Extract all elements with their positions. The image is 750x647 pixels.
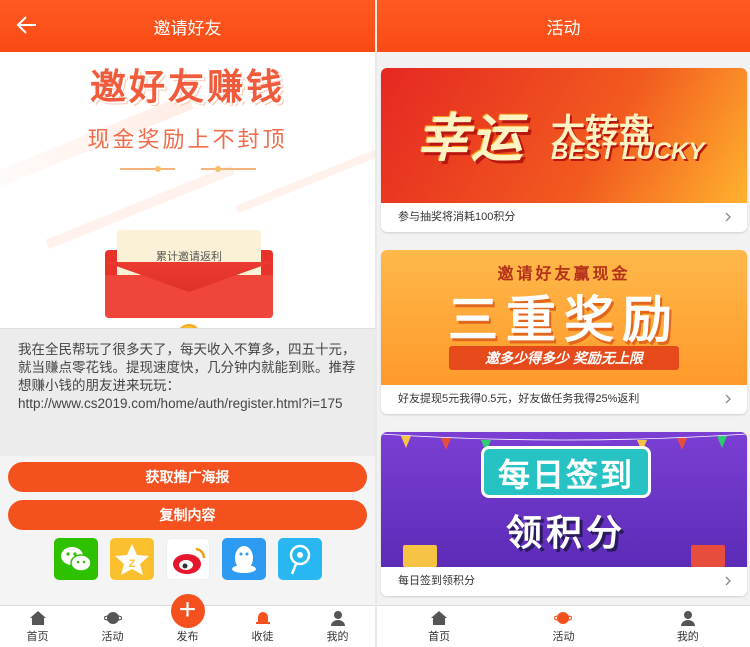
hero-title: 邀好友赚钱 xyxy=(89,66,285,107)
lucky-wheel-banner: 幸运 大转盘 BEST LUCKY xyxy=(381,68,747,203)
activity-screen: 活动 幸运 大转盘 BEST LUCKY 参与抽奖将消耗100积分 邀请好友赢现… xyxy=(377,0,750,647)
svg-text:Z: Z xyxy=(128,558,135,570)
page-title: 活动 xyxy=(546,18,581,38)
user-icon xyxy=(330,611,345,626)
tab-label: 我的 xyxy=(326,631,349,643)
chevron-right-icon xyxy=(725,576,731,586)
planet-icon xyxy=(554,612,573,624)
banner-title: 每日签到 xyxy=(481,446,651,498)
share-icons: Z xyxy=(0,538,375,580)
bottom-tab-bar: 首页 活动 我的 xyxy=(377,605,750,647)
daily-signin-card[interactable]: 每日签到 领积分 每日签到领积分 xyxy=(381,432,747,596)
banner-ribbon: 邀多少得多少 奖励无上限 xyxy=(449,346,679,370)
get-poster-button[interactable]: 获取推广海报 xyxy=(8,462,367,492)
gift-icon xyxy=(691,545,725,567)
lucky-wheel-card[interactable]: 幸运 大转盘 BEST LUCKY 参与抽奖将消耗100积分 xyxy=(381,68,747,232)
page-title: 邀请好友 xyxy=(153,18,222,38)
wechat-icon[interactable] xyxy=(53,538,98,580)
user-icon xyxy=(680,611,695,626)
home-icon xyxy=(431,611,448,625)
tab-mine[interactable]: 我的 xyxy=(626,606,750,647)
banner-title: 幸运 xyxy=(417,110,526,168)
header: 活动 xyxy=(377,0,750,52)
tab-label: 活动 xyxy=(552,631,575,643)
chevron-right-icon xyxy=(725,394,731,404)
bell-icon xyxy=(255,612,270,624)
banner-sub: 领积分 xyxy=(505,512,626,553)
tab-post[interactable]: + 发布 xyxy=(150,594,225,647)
tab-home[interactable]: 首页 xyxy=(0,606,75,647)
card-caption: 参与抽奖将消耗100积分 xyxy=(381,203,747,232)
red-envelope: 累计邀请返利 0元 xyxy=(105,220,273,318)
tab-label: 收徒 xyxy=(251,631,274,643)
card-caption: 好友提现5元我得0.5元，好友做任务我得25%返利 xyxy=(381,385,747,414)
banner-title: 三重奖励 xyxy=(448,292,680,348)
tab-home[interactable]: 首页 xyxy=(377,606,501,647)
tab-label: 发布 xyxy=(176,631,199,643)
daily-signin-banner: 每日签到 领积分 xyxy=(381,432,747,567)
planet-icon xyxy=(103,612,122,624)
link-icon[interactable] xyxy=(277,538,322,580)
coin-icon: ¥ xyxy=(177,324,201,328)
card-caption: 每日签到领积分 xyxy=(381,567,747,596)
hero-subtitle: 现金奖励上不封顶 xyxy=(87,127,288,152)
envelope-label: 累计邀请返利 xyxy=(156,251,222,263)
tab-label: 首页 xyxy=(428,631,451,643)
invite-reward-banner: 邀请好友赢现金 三重奖励 邀多少得多少 奖励无上限 xyxy=(381,250,747,385)
invite-reward-card[interactable]: 邀请好友赢现金 三重奖励 邀多少得多少 奖励无上限 好友提现5元我得0.5元，好… xyxy=(381,250,747,414)
banner-en: BEST LUCKY xyxy=(551,138,705,165)
invite-hero-banner: 邀好友赚钱 现金奖励上不封顶 累计邀请返利 0元 ¥ xyxy=(0,52,375,328)
header: 邀请好友 xyxy=(0,0,375,52)
tab-label: 活动 xyxy=(101,631,124,643)
plus-icon: + xyxy=(170,594,205,628)
home-icon xyxy=(29,611,46,625)
copy-content-button[interactable]: 复制内容 xyxy=(8,500,367,530)
tab-activity[interactable]: 活动 xyxy=(75,606,150,647)
qzone-icon[interactable]: Z xyxy=(109,538,154,580)
bottom-tab-bar: 首页 活动 + 发布 收徒 我的 xyxy=(0,594,375,647)
tab-apprentice[interactable]: 收徒 xyxy=(225,606,300,647)
tab-activity[interactable]: 活动 xyxy=(501,606,625,647)
tab-mine[interactable]: 我的 xyxy=(300,606,375,647)
qq-icon[interactable] xyxy=(221,538,266,580)
back-arrow-icon[interactable] xyxy=(14,12,40,38)
tab-label: 首页 xyxy=(26,631,49,643)
gift-icon xyxy=(403,545,437,567)
weibo-icon[interactable] xyxy=(165,538,210,580)
chevron-right-icon xyxy=(725,212,731,222)
tab-label: 我的 xyxy=(676,631,699,643)
invite-message: 我在全民帮玩了很多天了，每天收入不算多，四五十元，就当赚点零花钱。提现速度快，几… xyxy=(0,328,375,456)
invite-screen: 邀请好友 邀好友赚钱 现金奖励上不封顶 累计邀请返利 0元 ¥ 我在全民帮玩了很… xyxy=(0,0,375,647)
